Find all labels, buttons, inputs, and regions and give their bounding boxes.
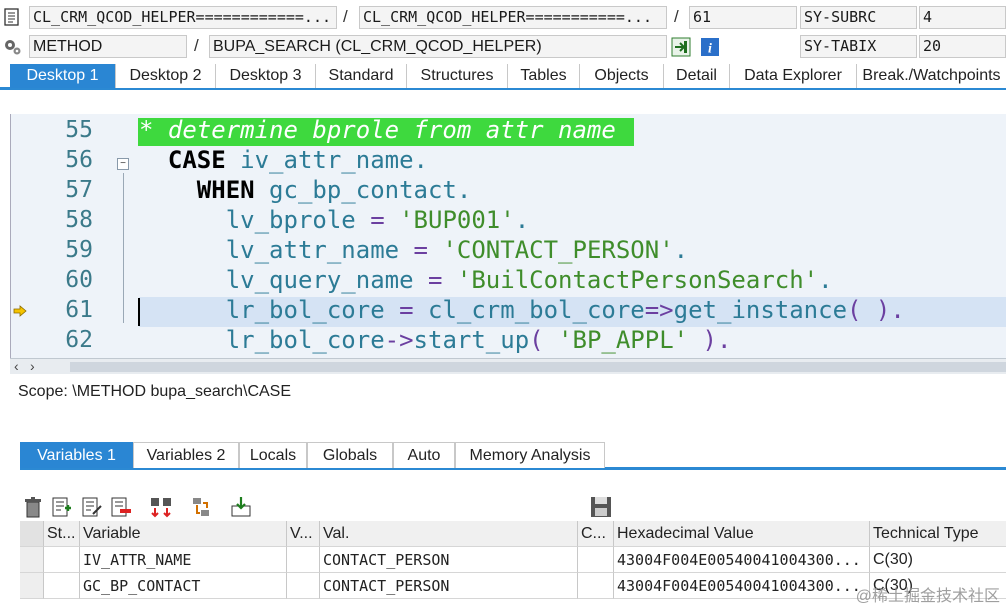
event-name-field[interactable]: BUPA_SEARCH (CL_CRM_QCOD_HELPER) bbox=[209, 35, 667, 58]
cell-variable[interactable]: IV_ATTR_NAME bbox=[80, 547, 287, 573]
fold-guide bbox=[123, 173, 124, 323]
scroll-right-icon[interactable]: › bbox=[30, 358, 35, 374]
sysvar-value-field: 4 bbox=[919, 6, 1006, 29]
cell-status bbox=[44, 573, 80, 599]
code-line[interactable]: CASE iv_attr_name. bbox=[139, 146, 428, 174]
col-header-c[interactable]: C... bbox=[578, 521, 614, 547]
code-line[interactable]: lv_query_name = 'BuilContactPersonSearch… bbox=[139, 266, 833, 294]
line-number-field[interactable]: 61 bbox=[689, 6, 797, 29]
code-line[interactable]: lr_bol_core = cl_crm_bol_core=>get_insta… bbox=[139, 296, 905, 324]
cell-c bbox=[578, 547, 614, 573]
tab-memory-analysis[interactable]: Memory Analysis bbox=[455, 442, 605, 468]
row-selector[interactable] bbox=[20, 547, 44, 573]
line-number: 62 bbox=[65, 327, 93, 353]
save-icon[interactable] bbox=[588, 494, 614, 520]
cell-c bbox=[578, 573, 614, 599]
desktop-tabbar: Desktop 1 Desktop 2 Desktop 3 Standard S… bbox=[0, 64, 1006, 90]
col-header-value[interactable]: Val. bbox=[320, 521, 578, 547]
separator: / bbox=[194, 36, 199, 55]
line-number: 55 bbox=[65, 117, 93, 143]
line-number: 56 bbox=[65, 147, 93, 173]
source-code-editor[interactable]: − 55 * determine bprole from attr name 56 … bbox=[10, 114, 1006, 360]
watermark: @稀土掘金技术社区 bbox=[855, 588, 1000, 605]
tab-locals[interactable]: Locals bbox=[239, 442, 307, 468]
transfer-icon[interactable] bbox=[188, 494, 214, 520]
tab-globals[interactable]: Globals bbox=[307, 442, 393, 468]
editor-horizontal-scrollbar[interactable]: ‹ › bbox=[10, 358, 1006, 374]
include-name-field[interactable]: CL_CRM_QCOD_HELPER===========... bbox=[359, 6, 667, 29]
tab-desktop-3[interactable]: Desktop 3 bbox=[216, 64, 316, 88]
tab-objects[interactable]: Objects bbox=[580, 64, 664, 88]
sysvar-name-field: SY-SUBRC bbox=[800, 6, 917, 29]
sysvar-name-field-2: SY-TABIX bbox=[800, 35, 917, 58]
program-document-icon bbox=[4, 8, 19, 26]
variables-tabbar: Variables 1 Variables 2 Locals Globals A… bbox=[20, 442, 1006, 470]
insert-variable-icon[interactable] bbox=[49, 494, 75, 520]
tab-data-explorer[interactable]: Data Explorer bbox=[730, 64, 857, 88]
row-selector[interactable] bbox=[20, 573, 44, 599]
cell-hex: 43004F004E00540041004300... bbox=[614, 547, 870, 573]
col-header-status[interactable]: St... bbox=[44, 521, 80, 547]
scroll-thumb[interactable] bbox=[70, 362, 1006, 372]
line-number: 59 bbox=[65, 237, 93, 263]
col-header-v[interactable]: V... bbox=[287, 521, 320, 547]
code-line[interactable]: lv_bprole = 'BUP001'. bbox=[139, 206, 529, 234]
edit-variable-icon[interactable] bbox=[79, 494, 105, 520]
code-line[interactable]: * determine bprole from attr name bbox=[139, 116, 616, 144]
tab-structures[interactable]: Structures bbox=[407, 64, 508, 88]
svg-text:i: i bbox=[708, 42, 712, 57]
tab-variables-2[interactable]: Variables 2 bbox=[133, 442, 239, 468]
tab-auto[interactable]: Auto bbox=[393, 442, 455, 468]
move-variables-icon[interactable] bbox=[148, 494, 174, 520]
header-row-program: CL_CRM_QCOD_HELPER============... / CL_C… bbox=[0, 4, 1006, 30]
scope-label: Scope: \METHOD bupa_search\CASE bbox=[18, 383, 292, 400]
remove-variable-icon[interactable] bbox=[108, 494, 134, 520]
cell-technical-type: C(30) bbox=[870, 547, 1006, 573]
cell-value[interactable]: CONTACT_PERSON bbox=[320, 573, 578, 599]
sysvar-value-field-2: 20 bbox=[919, 35, 1006, 58]
code-line[interactable]: lv_attr_name = 'CONTACT_PERSON'. bbox=[139, 236, 688, 264]
line-number: 57 bbox=[65, 177, 93, 203]
fold-collapse-icon[interactable]: − bbox=[117, 158, 129, 170]
col-header-hex[interactable]: Hexadecimal Value bbox=[614, 521, 870, 547]
tab-detail[interactable]: Detail bbox=[664, 64, 730, 88]
col-header-technical-type[interactable]: Technical Type bbox=[870, 521, 1006, 547]
program-name-field[interactable]: CL_CRM_QCOD_HELPER============... bbox=[29, 6, 337, 29]
cell-variable[interactable]: GC_BP_CONTACT bbox=[80, 573, 287, 599]
tab-tables[interactable]: Tables bbox=[508, 64, 580, 88]
separator: / bbox=[674, 7, 679, 26]
tab-desktop-2[interactable]: Desktop 2 bbox=[116, 64, 216, 88]
info-icon[interactable]: i bbox=[700, 37, 720, 57]
delete-icon[interactable] bbox=[20, 494, 46, 520]
col-header-variable[interactable]: Variable bbox=[80, 521, 287, 547]
event-type-field: METHOD bbox=[29, 35, 187, 58]
header-row-event: METHOD / BUPA_SEARCH (CL_CRM_QCOD_HELPER… bbox=[0, 33, 1006, 59]
cell-v bbox=[287, 573, 320, 599]
cell-status bbox=[44, 547, 80, 573]
line-number: 60 bbox=[65, 267, 93, 293]
tab-variables-1[interactable]: Variables 1 bbox=[20, 442, 133, 468]
cell-value[interactable]: CONTACT_PERSON bbox=[320, 547, 578, 573]
tab-desktop-1[interactable]: Desktop 1 bbox=[10, 64, 116, 88]
gears-icon bbox=[5, 40, 21, 55]
tab-break-watchpoints[interactable]: Break./Watchpoints bbox=[857, 64, 1006, 88]
code-line[interactable]: WHEN gc_bp_contact. bbox=[139, 176, 472, 204]
tab-standard[interactable]: Standard bbox=[316, 64, 407, 88]
navigate-to-source-icon[interactable] bbox=[671, 37, 691, 57]
line-number: 61 bbox=[65, 297, 93, 323]
line-number: 58 bbox=[65, 207, 93, 233]
cell-hex: 43004F004E00540041004300... bbox=[614, 573, 870, 599]
separator: / bbox=[343, 7, 348, 26]
code-line[interactable]: lr_bol_core->start_up( 'BP_APPL' ). bbox=[139, 326, 732, 354]
row-selector-header[interactable] bbox=[20, 521, 44, 547]
grid-header-row: St... Variable V... Val. C... Hexadecima… bbox=[20, 521, 1006, 547]
cell-v bbox=[287, 547, 320, 573]
scroll-left-icon[interactable]: ‹ bbox=[14, 358, 19, 374]
table-row[interactable]: IV_ATTR_NAME CONTACT_PERSON 43004F004E00… bbox=[20, 547, 1006, 573]
current-statement-arrow-icon bbox=[13, 305, 27, 317]
download-icon[interactable] bbox=[228, 494, 254, 520]
